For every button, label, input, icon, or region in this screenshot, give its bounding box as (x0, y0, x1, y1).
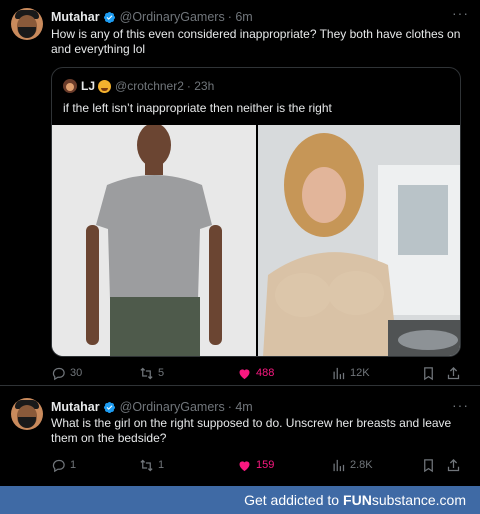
tweet-reply[interactable]: Mutahar @OrdinaryGamers · 4m ··· What is… (0, 387, 480, 484)
retweet-count: 5 (158, 367, 165, 379)
reply-button[interactable]: 30 (51, 364, 82, 382)
quoted-author-handle[interactable]: @crotchner2 (115, 79, 184, 93)
tweet-text: What is the girl on the right supposed t… (51, 416, 452, 445)
watermark-brand: FUN (343, 492, 372, 508)
emoji-icon (98, 79, 112, 93)
like-button[interactable]: 159 (237, 456, 274, 474)
retweet-icon (140, 367, 153, 379)
author-avatar[interactable] (11, 8, 43, 40)
author-handle[interactable]: @OrdinaryGamers (120, 10, 225, 24)
views-button[interactable]: 2.8K (331, 456, 373, 474)
media-image-left[interactable] (52, 125, 256, 356)
share-button[interactable] (446, 364, 461, 382)
verified-badge-icon (103, 11, 116, 24)
heart-filled-icon (239, 460, 250, 471)
quoted-author-avatar[interactable] (63, 79, 77, 93)
quoted-author-name[interactable]: LJ (81, 79, 95, 93)
like-count: 488 (256, 367, 275, 379)
retweet-button[interactable]: 1 (139, 456, 164, 474)
heart-filled-icon (239, 368, 250, 379)
site-watermark-bar: Get addicted to FUN substance.com (0, 486, 480, 514)
share-icon (447, 366, 460, 379)
quoted-media[interactable] (52, 125, 460, 356)
reply-button[interactable]: 1 (51, 456, 76, 474)
tweet-time[interactable]: · 4m (228, 400, 253, 414)
retweet-count: 1 (158, 459, 165, 471)
views-count: 2.8K (350, 459, 373, 471)
more-options-icon[interactable]: ··· (452, 6, 468, 20)
author-name[interactable]: Mutahar (51, 10, 100, 24)
reply-icon (52, 459, 65, 472)
media-image-right[interactable] (258, 125, 460, 356)
retweet-button[interactable]: 5 (139, 364, 164, 382)
retweet-icon (140, 459, 153, 471)
share-button[interactable] (446, 456, 461, 474)
tweet-main[interactable]: Mutahar @OrdinaryGamers · 6m ··· How is … (0, 0, 480, 386)
watermark-brand-suffix: substance.com (371, 492, 466, 508)
tweet-header: Mutahar @OrdinaryGamers · 4m (51, 399, 460, 415)
quoted-tweet-time[interactable]: · 23h (187, 79, 214, 93)
author-handle[interactable]: @OrdinaryGamers (120, 400, 225, 414)
reply-icon (52, 367, 65, 380)
bookmark-button[interactable] (421, 364, 436, 382)
tweet-actions: 1 1 159 2.8K (51, 456, 466, 474)
author-name[interactable]: Mutahar (51, 400, 100, 414)
more-options-icon[interactable]: ··· (452, 398, 468, 412)
views-icon (333, 459, 345, 471)
tweet-actions: 30 5 488 12K (51, 364, 466, 382)
tweet-time[interactable]: · 6m (228, 10, 253, 24)
bookmark-icon (424, 458, 433, 472)
bookmark-icon (424, 366, 433, 380)
quoted-tweet-text: if the left isn’t inappropriate then nei… (63, 101, 332, 115)
tweet-header: Mutahar @OrdinaryGamers · 6m (51, 9, 460, 25)
like-button[interactable]: 488 (237, 364, 274, 382)
tweet-text: How is any of this even considered inapp… (51, 27, 461, 56)
views-button[interactable]: 12K (331, 364, 370, 382)
quoted-tweet-header: LJ @crotchner2 · 23h (63, 79, 214, 93)
views-icon (333, 367, 345, 379)
verified-badge-icon (103, 401, 116, 414)
reply-count: 1 (70, 459, 77, 471)
watermark-text: Get addicted to (244, 492, 340, 508)
views-count: 12K (350, 367, 370, 379)
share-icon (447, 458, 460, 471)
bookmark-button[interactable] (421, 456, 436, 474)
reply-count: 30 (70, 367, 83, 379)
quoted-tweet[interactable]: LJ @crotchner2 · 23h if the left isn’t i… (51, 67, 461, 357)
author-avatar[interactable] (11, 398, 43, 430)
like-count: 159 (256, 459, 275, 471)
